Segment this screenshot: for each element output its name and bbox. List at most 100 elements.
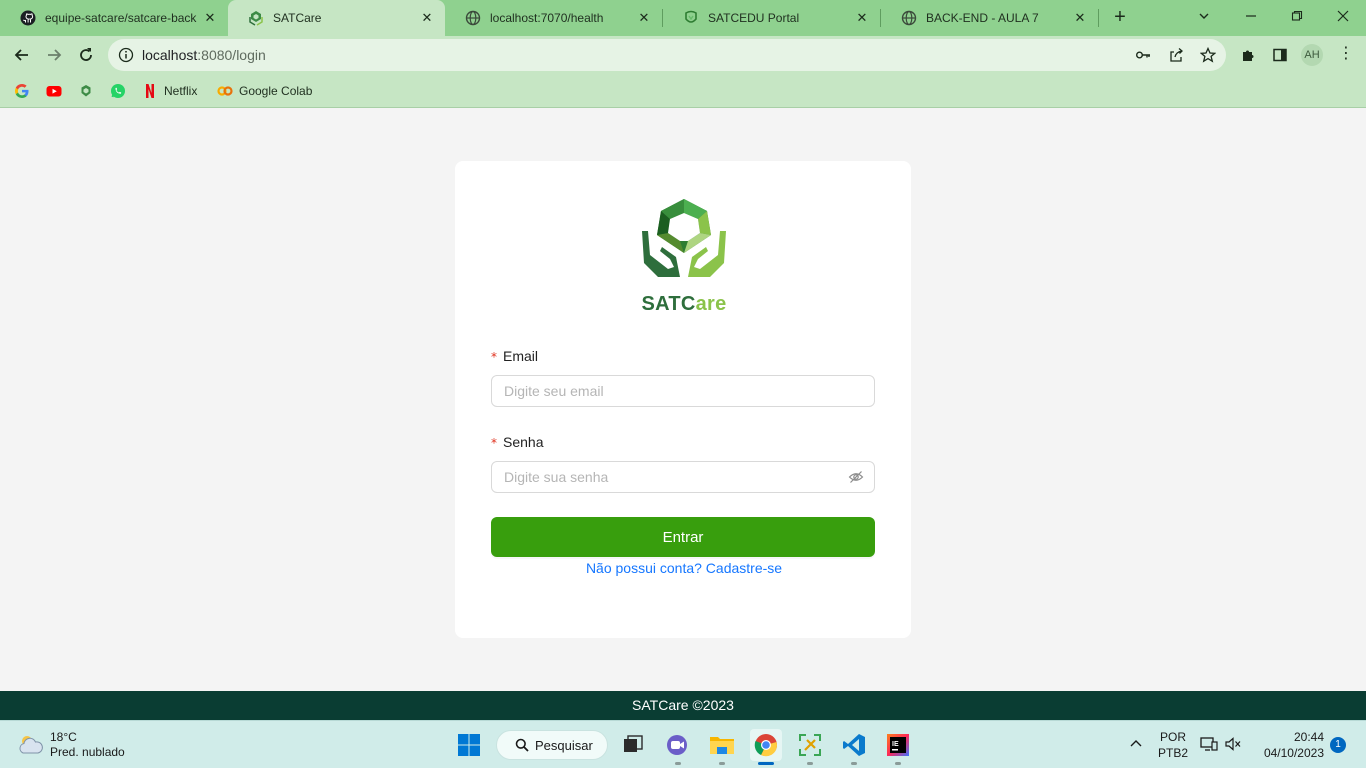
tab-title: SATCEDU Portal (708, 11, 800, 25)
password-field[interactable] (491, 461, 875, 493)
url-path: :8080/login (197, 47, 266, 63)
bookmark-google[interactable] (14, 82, 36, 100)
language-indicator[interactable]: POR PTB2 (1157, 730, 1189, 760)
close-icon[interactable]: ✕ (419, 10, 435, 26)
tray-overflow-chevron-icon[interactable] (1128, 736, 1144, 755)
tab-search-chevron-icon[interactable] (1190, 4, 1218, 28)
tab-backend-aula[interactable]: BACK-END - AULA 7 ✕ (881, 0, 1098, 36)
brand-title: SATCare (455, 293, 913, 316)
bookmark-label: Google Colab (239, 84, 313, 98)
satcedu-icon (683, 10, 699, 26)
close-icon[interactable]: ✕ (636, 10, 652, 26)
chrome-icon[interactable] (750, 729, 782, 761)
teams-chat-icon[interactable] (661, 729, 693, 761)
bookmark-satcare[interactable] (78, 82, 100, 100)
url-host: localhost (142, 47, 198, 63)
windows-taskbar: 18°C Pred. nublado Pesquisar IE POR PTB2 (0, 720, 1366, 768)
satcare-icon (78, 83, 94, 99)
restore-button[interactable] (1283, 4, 1311, 28)
bookmark-whatsapp[interactable] (110, 82, 132, 100)
minimize-button[interactable] (1237, 4, 1265, 28)
profile-avatar[interactable]: AH (1301, 44, 1323, 66)
colab-icon (217, 83, 233, 99)
bookmark-youtube[interactable] (46, 82, 68, 100)
tab-title: localhost:7070/health (490, 11, 604, 25)
tab-health[interactable]: localhost:7070/health ✕ (445, 0, 662, 36)
login-submit-button[interactable]: Entrar (491, 517, 875, 557)
eye-invisible-icon[interactable] (848, 469, 864, 485)
task-view-icon[interactable] (617, 729, 649, 761)
tab-github[interactable]: equipe-satcare/satcare-back ✕ (0, 0, 228, 36)
weather-description[interactable]: Pred. nublado (50, 745, 125, 759)
notification-badge[interactable]: 1 (1330, 737, 1346, 753)
running-indicator (807, 762, 813, 765)
bookmarks-bar: Netflix Google Colab (0, 74, 1366, 108)
required-mark: * (491, 350, 497, 364)
close-icon[interactable]: ✕ (854, 10, 870, 26)
side-panel-icon[interactable] (1270, 45, 1290, 65)
bookmark-label: Netflix (164, 84, 198, 98)
intellij-icon[interactable]: IE (882, 729, 914, 761)
forward-button[interactable] (42, 43, 66, 67)
whatsapp-icon (110, 83, 126, 99)
password-label: * Senha (491, 434, 543, 450)
page-footer: SATCare ©2023 (0, 691, 1366, 720)
browser-menu-icon[interactable]: ⋮ (1338, 45, 1354, 65)
start-button[interactable] (453, 729, 485, 761)
running-indicator (895, 762, 901, 765)
email-label: * Email (491, 348, 538, 364)
volume-muted-icon[interactable] (1224, 736, 1242, 755)
tab-strip: equipe-satcare/satcare-back ✕ SATCare ✕ … (0, 0, 1366, 36)
network-icon[interactable] (1200, 736, 1218, 755)
login-page: SATCare * Email * Senha Entrar Não possui … (0, 108, 1366, 691)
taskbar-search[interactable]: Pesquisar (496, 730, 608, 760)
extensions-icon[interactable] (1238, 45, 1258, 65)
globe-icon (465, 10, 481, 26)
vscode-icon[interactable] (838, 729, 870, 761)
running-indicator (851, 762, 857, 765)
snipping-tool-icon[interactable] (794, 729, 826, 761)
running-indicator (675, 762, 681, 765)
tab-title: SATCare (273, 11, 322, 25)
bookmark-netflix[interactable]: Netflix (142, 82, 197, 100)
tab-satcare[interactable]: SATCare ✕ (228, 0, 445, 36)
tab-separator (1098, 9, 1099, 27)
email-field[interactable] (491, 375, 875, 407)
url-text: localhost:8080/login (142, 47, 266, 63)
svg-text:IE: IE (892, 741, 899, 748)
running-indicator (719, 762, 725, 765)
google-icon (14, 83, 30, 99)
share-icon[interactable] (1168, 47, 1184, 63)
close-icon[interactable]: ✕ (1072, 10, 1088, 26)
file-explorer-icon[interactable] (706, 729, 738, 761)
search-icon (515, 738, 529, 752)
reload-button[interactable] (74, 43, 98, 67)
new-tab-button[interactable]: + (1108, 6, 1132, 30)
bookmark-google-colab[interactable]: Google Colab (217, 82, 312, 100)
password-label-text: Senha (503, 434, 544, 450)
tab-satcedu[interactable]: SATCEDU Portal ✕ (663, 0, 880, 36)
key-icon[interactable] (1135, 47, 1151, 63)
browser-toolbar: localhost:8080/login AH ⋮ (0, 36, 1366, 74)
taskbar-search-label: Pesquisar (535, 737, 593, 753)
address-bar[interactable]: localhost:8080/login (108, 39, 1226, 71)
close-window-button[interactable] (1329, 4, 1357, 28)
brand-part-care: are (695, 293, 727, 315)
tab-title: equipe-satcare/satcare-back (45, 11, 197, 25)
globe-icon (901, 10, 917, 26)
language-bottom: PTB2 (1157, 746, 1188, 760)
satcare-logo (638, 197, 730, 281)
close-icon[interactable]: ✕ (202, 10, 218, 26)
back-button[interactable] (10, 43, 34, 67)
clock-date: 04/10/2023 (1263, 746, 1324, 760)
site-info-icon[interactable] (118, 47, 134, 63)
language-top: POR (1159, 730, 1186, 744)
bookmark-star-icon[interactable] (1200, 47, 1216, 63)
clock-time: 20:44 (1293, 730, 1324, 744)
satcare-icon (248, 10, 264, 26)
weather-temperature[interactable]: 18°C (50, 730, 77, 744)
clock[interactable]: 20:44 04/10/2023 (1254, 730, 1324, 760)
weather-cloud-icon[interactable] (16, 730, 44, 758)
email-label-text: Email (503, 348, 539, 364)
signup-link[interactable]: Não possui conta? Cadastre-se (455, 560, 913, 576)
